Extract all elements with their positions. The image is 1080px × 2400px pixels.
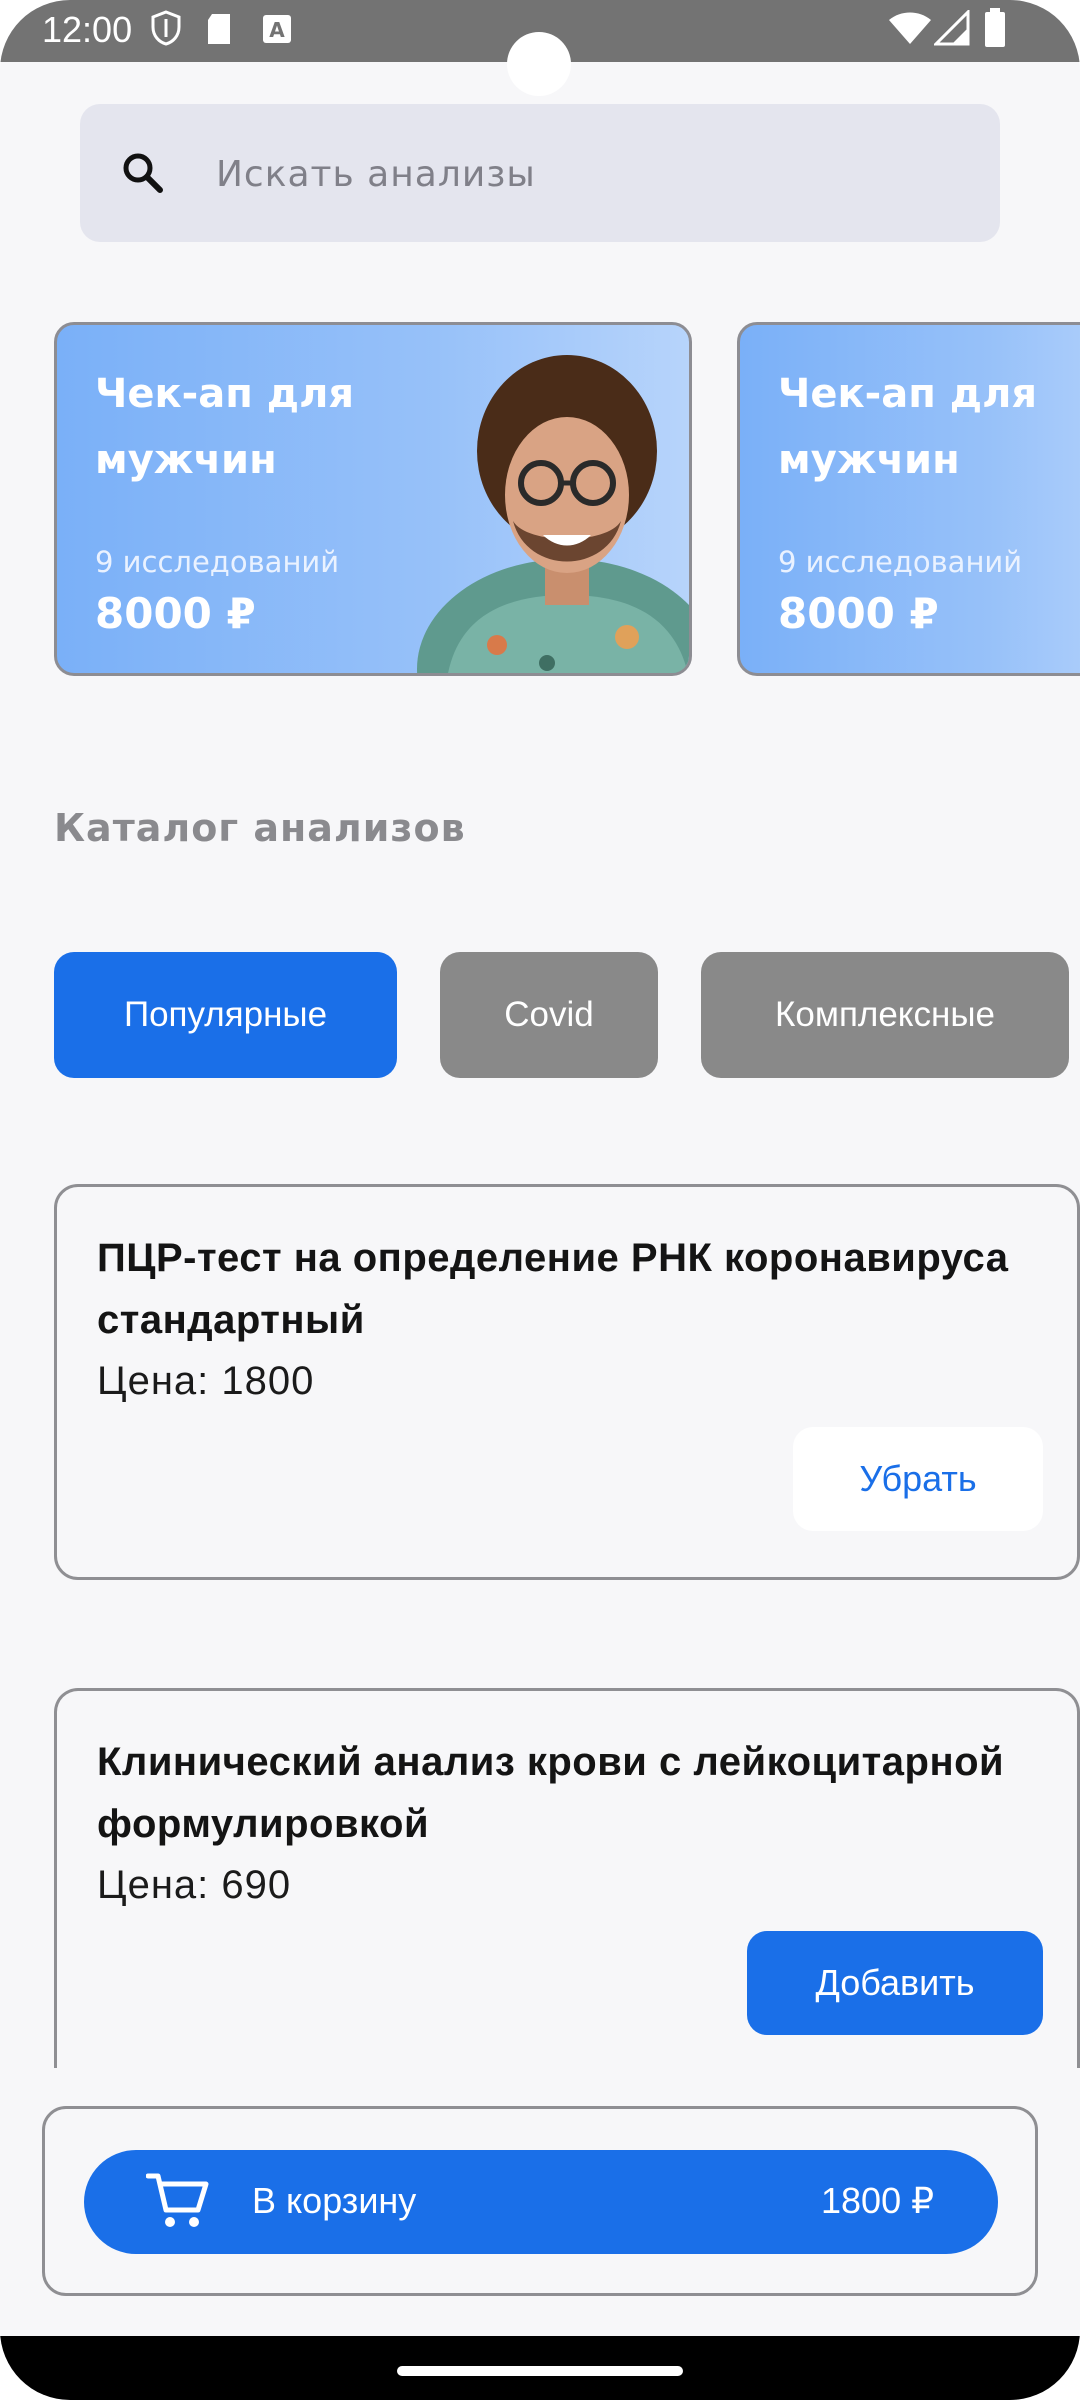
signal-icon: [934, 10, 970, 46]
app-screen: 12:00 A Искать анализы Чек-ап для мужчин…: [0, 0, 1080, 2400]
home-indicator[interactable]: [397, 2366, 683, 2376]
analysis-card: ПЦР-тест на определение РНК коронавируса…: [54, 1184, 1080, 1580]
system-nav-bar: [0, 2336, 1080, 2400]
shield-icon: [151, 10, 181, 46]
add-button-label: Добавить: [815, 1962, 975, 2003]
cart-icon: [146, 2173, 209, 2227]
wifi-icon: [889, 12, 931, 44]
status-time: 12:00: [42, 9, 133, 50]
promo-count: 9 исследований: [778, 545, 1023, 579]
category-chip-label: Комплексные: [775, 995, 995, 1034]
analysis-price: Цена: 690: [97, 1863, 292, 1907]
category-chip-label: Covid: [504, 995, 594, 1034]
promo-price: 8000 ₽: [778, 589, 939, 638]
sd-card-icon: [208, 14, 230, 44]
analysis-name: Клинический анализ крови с лейкоцитарной…: [97, 1740, 1005, 1846]
category-chip-covid[interactable]: Covid: [440, 952, 658, 1078]
search-icon[interactable]: [120, 150, 166, 196]
promo-title: Чек-ап для мужчин: [778, 371, 1038, 483]
category-chip-label: Популярные: [123, 995, 328, 1034]
battery-icon: [985, 8, 1005, 47]
analysis-price: Цена: 1800: [97, 1359, 315, 1403]
category-chip-popular[interactable]: Популярные: [54, 952, 397, 1078]
promo-price: 8000 ₽: [95, 589, 256, 638]
cart-button[interactable]: В корзину 1800 ₽: [84, 2150, 998, 2254]
camera-cutout: [507, 32, 571, 96]
promo-person-image: [417, 355, 689, 673]
svg-text:A: A: [269, 18, 285, 42]
promo-count: 9 исследований: [95, 545, 340, 579]
analysis-card: Клинический анализ крови с лейкоцитарной…: [54, 1688, 1080, 2068]
promo-card[interactable]: Чек-ап для мужчин 9 исследований 8000 ₽: [54, 322, 692, 676]
analysis-name: ПЦР-тест на определение РНК коронавируса…: [97, 1236, 1009, 1342]
cart-total: 1800 ₽: [821, 2180, 934, 2221]
remove-button[interactable]: Убрать: [793, 1427, 1043, 1531]
remove-button-label: Убрать: [859, 1458, 977, 1499]
promo-card[interactable]: Чек-ап для мужчин 9 исследований 8000 ₽: [737, 322, 1080, 676]
promo-title: Чек-ап для мужчин: [95, 371, 355, 483]
keyboard-a-icon: A: [263, 15, 291, 43]
category-chip-complex[interactable]: Комплексные: [701, 952, 1069, 1078]
search-input[interactable]: [216, 146, 916, 202]
catalog-title: Каталог анализов: [54, 806, 466, 850]
add-button[interactable]: Добавить: [747, 1931, 1043, 2035]
cart-label: В корзину: [252, 2180, 417, 2221]
